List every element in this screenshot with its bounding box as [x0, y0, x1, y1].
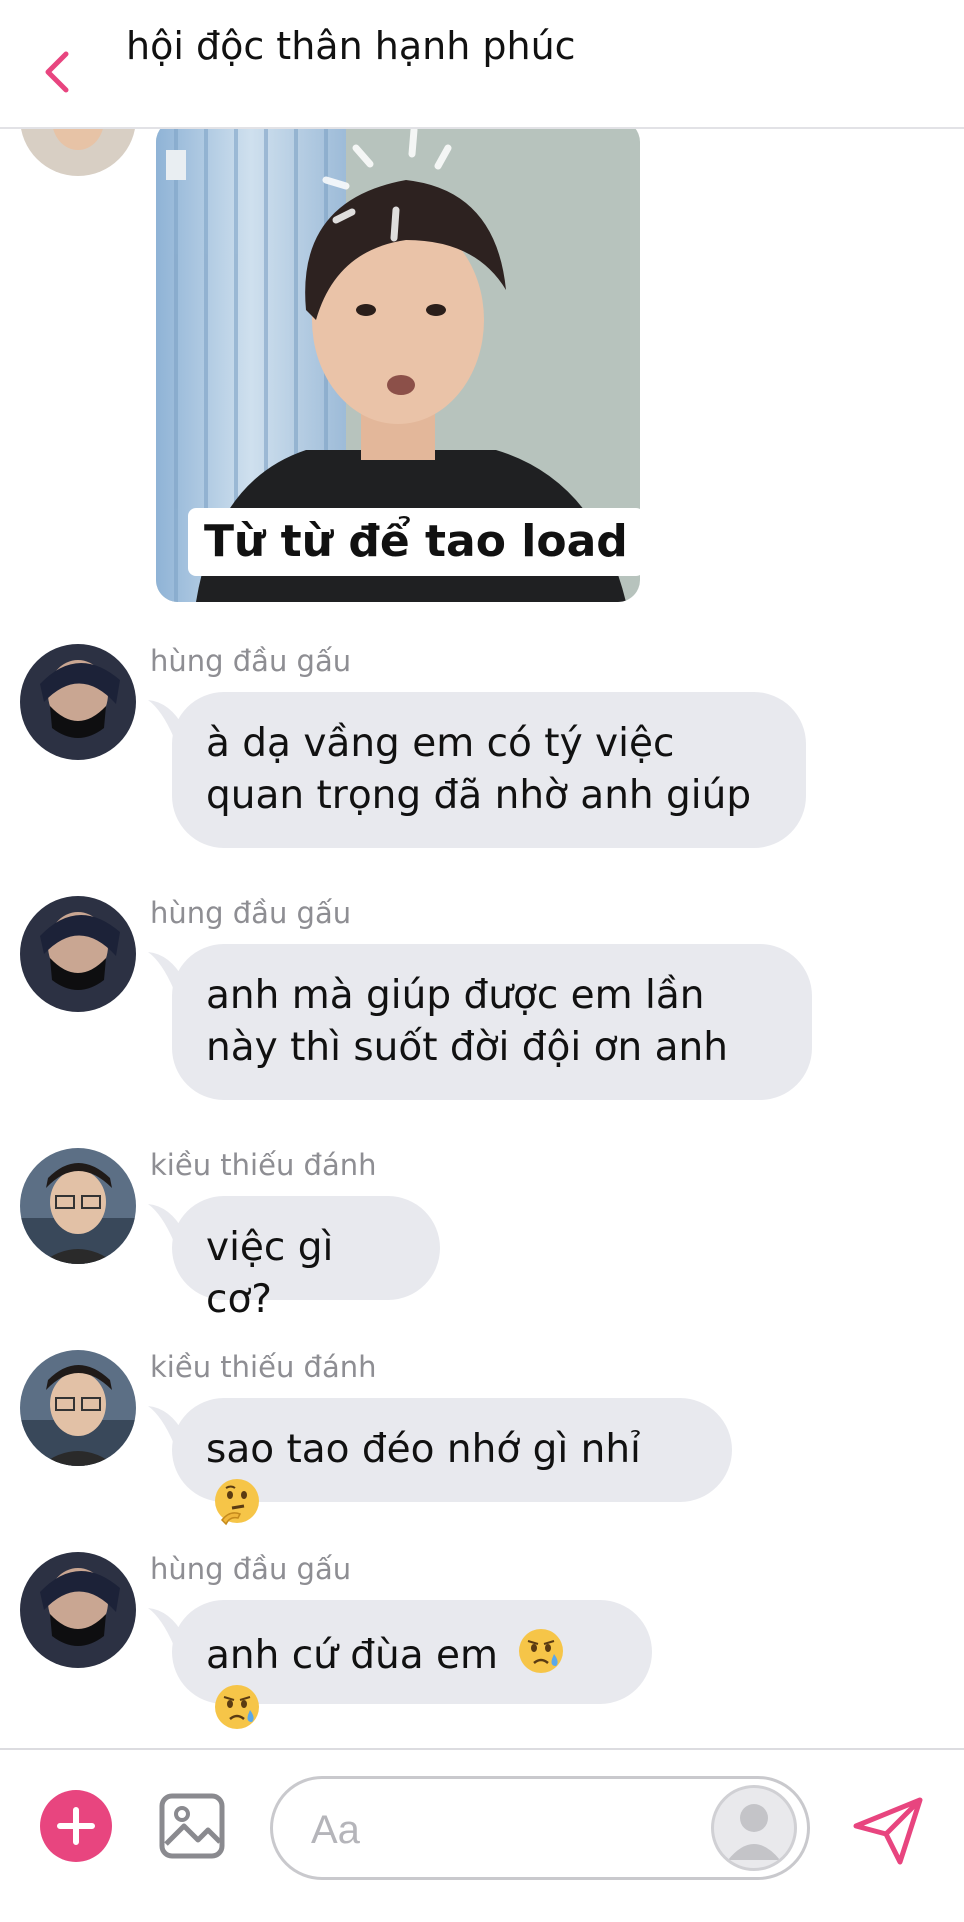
chat-thread: Từ từ để tao load hùng đầu gấu à dạ vầng…	[0, 0, 964, 1748]
chat-title[interactable]: hội độc thân hạnh phúc	[126, 24, 576, 68]
avatar[interactable]	[20, 644, 136, 760]
chevron-left-icon[interactable]	[38, 48, 78, 96]
message-text: sao tao đéo nhớ gì nhỉ	[206, 1427, 641, 1472]
message-bubble[interactable]: anh cứ đùa em	[172, 1600, 652, 1729]
message-text: anh cứ đùa em	[206, 1633, 499, 1678]
sender-name: kiều thiếu đánh	[150, 1350, 377, 1384]
user-placeholder-icon	[728, 1804, 780, 1860]
avatar[interactable]	[20, 1148, 136, 1264]
message-text: việc gì cơ?	[206, 1225, 334, 1322]
message-bubble[interactable]: sao tao đéo nhớ gì nhỉ	[172, 1398, 732, 1526]
sender-name: hùng đầu gấu	[150, 1552, 352, 1586]
message-bubble[interactable]: việc gì cơ?	[172, 1196, 440, 1322]
sender-name: hùng đầu gấu	[150, 896, 352, 930]
thinking-face-emoji	[215, 1479, 259, 1526]
sticker-button[interactable]	[711, 1785, 797, 1871]
image-icon[interactable]	[158, 1792, 226, 1860]
plus-icon	[57, 1807, 95, 1845]
avatar[interactable]	[20, 1552, 136, 1668]
message-bubble[interactable]: anh mà giúp được em lần này thì suốt đời…	[172, 944, 812, 1100]
sad-relieved-face-emoji	[519, 1629, 564, 1673]
avatar[interactable]	[20, 896, 136, 1012]
sender-name: hùng đầu gấu	[150, 644, 352, 678]
sticker-caption: Từ từ để tao load	[188, 508, 640, 576]
chat-header: hội độc thân hạnh phúc	[0, 0, 964, 129]
composer-bar	[0, 1748, 964, 1922]
message-bubble[interactable]: à dạ vầng em có tý việc quan trọng đã nh…	[172, 692, 806, 848]
message-text: à dạ vầng em có tý việc quan trọng đã nh…	[206, 721, 752, 818]
avatar[interactable]	[20, 1350, 136, 1466]
message-input[interactable]	[309, 1799, 673, 1861]
sender-name: kiều thiếu đánh	[150, 1148, 377, 1182]
plus-button[interactable]	[40, 1790, 112, 1862]
message-text: anh mà giúp được em lần này thì suốt đời…	[206, 973, 728, 1070]
sad-relieved-face-emoji	[215, 1685, 259, 1729]
send-icon[interactable]	[848, 1790, 928, 1870]
sticker-image[interactable]: Từ từ để tao load	[156, 120, 640, 602]
message-input-field[interactable]	[270, 1776, 810, 1880]
